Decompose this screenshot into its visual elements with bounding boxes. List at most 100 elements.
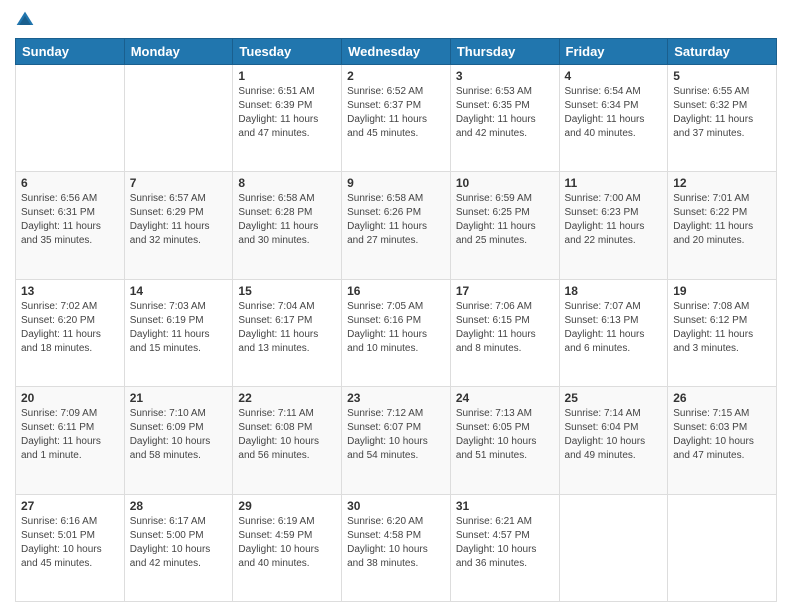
day-number: 12 [673,176,771,190]
day-info: Sunrise: 6:16 AM Sunset: 5:01 PM Dayligh… [21,515,119,571]
calendar-cell [124,65,233,172]
day-number: 5 [673,69,771,83]
weekday-header-row: SundayMondayTuesdayWednesdayThursdayFrid… [16,39,777,65]
day-number: 18 [565,284,663,298]
day-number: 28 [130,499,228,513]
calendar-cell [559,494,668,601]
day-number: 9 [347,176,445,190]
weekday-header-monday: Monday [124,39,233,65]
calendar-cell: 3 Sunrise: 6:53 AM Sunset: 6:35 PM Daylig… [450,65,559,172]
logo [15,10,37,30]
day-number: 21 [130,391,228,405]
calendar-cell: 27 Sunrise: 6:16 AM Sunset: 5:01 PM Dayli… [16,494,125,601]
weekday-header-thursday: Thursday [450,39,559,65]
day-info: Sunrise: 7:12 AM Sunset: 6:07 PM Dayligh… [347,407,445,463]
day-number: 22 [238,391,336,405]
day-info: Sunrise: 6:54 AM Sunset: 6:34 PM Dayligh… [565,85,663,141]
calendar-cell: 22 Sunrise: 7:11 AM Sunset: 6:08 PM Dayli… [233,387,342,494]
calendar-cell: 29 Sunrise: 6:19 AM Sunset: 4:59 PM Dayli… [233,494,342,601]
week-row-2: 13 Sunrise: 7:02 AM Sunset: 6:20 PM Dayli… [16,279,777,386]
day-number: 13 [21,284,119,298]
calendar-cell: 15 Sunrise: 7:04 AM Sunset: 6:17 PM Dayli… [233,279,342,386]
day-info: Sunrise: 6:52 AM Sunset: 6:37 PM Dayligh… [347,85,445,141]
day-info: Sunrise: 7:13 AM Sunset: 6:05 PM Dayligh… [456,407,554,463]
weekday-header-wednesday: Wednesday [342,39,451,65]
day-number: 23 [347,391,445,405]
day-number: 8 [238,176,336,190]
calendar-cell: 21 Sunrise: 7:10 AM Sunset: 6:09 PM Dayli… [124,387,233,494]
weekday-header-saturday: Saturday [668,39,777,65]
day-info: Sunrise: 7:04 AM Sunset: 6:17 PM Dayligh… [238,300,336,356]
page: SundayMondayTuesdayWednesdayThursdayFrid… [0,0,792,612]
calendar-cell: 12 Sunrise: 7:01 AM Sunset: 6:22 PM Dayli… [668,172,777,279]
calendar-cell: 30 Sunrise: 6:20 AM Sunset: 4:58 PM Dayli… [342,494,451,601]
calendar-table: SundayMondayTuesdayWednesdayThursdayFrid… [15,38,777,602]
calendar-cell: 6 Sunrise: 6:56 AM Sunset: 6:31 PM Daylig… [16,172,125,279]
day-info: Sunrise: 6:19 AM Sunset: 4:59 PM Dayligh… [238,515,336,571]
day-number: 10 [456,176,554,190]
day-info: Sunrise: 7:11 AM Sunset: 6:08 PM Dayligh… [238,407,336,463]
day-number: 6 [21,176,119,190]
calendar-cell [16,65,125,172]
calendar-cell [668,494,777,601]
day-info: Sunrise: 7:10 AM Sunset: 6:09 PM Dayligh… [130,407,228,463]
day-info: Sunrise: 6:58 AM Sunset: 6:28 PM Dayligh… [238,192,336,248]
calendar-cell: 9 Sunrise: 6:58 AM Sunset: 6:26 PM Daylig… [342,172,451,279]
logo-icon [15,10,35,30]
calendar-cell: 28 Sunrise: 6:17 AM Sunset: 5:00 PM Dayli… [124,494,233,601]
day-number: 29 [238,499,336,513]
day-info: Sunrise: 7:03 AM Sunset: 6:19 PM Dayligh… [130,300,228,356]
day-number: 1 [238,69,336,83]
day-info: Sunrise: 6:58 AM Sunset: 6:26 PM Dayligh… [347,192,445,248]
day-info: Sunrise: 6:20 AM Sunset: 4:58 PM Dayligh… [347,515,445,571]
day-info: Sunrise: 7:02 AM Sunset: 6:20 PM Dayligh… [21,300,119,356]
calendar-cell: 13 Sunrise: 7:02 AM Sunset: 6:20 PM Dayli… [16,279,125,386]
calendar-cell: 10 Sunrise: 6:59 AM Sunset: 6:25 PM Dayli… [450,172,559,279]
day-number: 30 [347,499,445,513]
day-number: 16 [347,284,445,298]
day-number: 31 [456,499,554,513]
day-info: Sunrise: 7:05 AM Sunset: 6:16 PM Dayligh… [347,300,445,356]
calendar-cell: 19 Sunrise: 7:08 AM Sunset: 6:12 PM Dayli… [668,279,777,386]
calendar-cell: 17 Sunrise: 7:06 AM Sunset: 6:15 PM Dayli… [450,279,559,386]
day-number: 4 [565,69,663,83]
day-number: 11 [565,176,663,190]
day-number: 17 [456,284,554,298]
calendar-cell: 18 Sunrise: 7:07 AM Sunset: 6:13 PM Dayli… [559,279,668,386]
day-info: Sunrise: 6:53 AM Sunset: 6:35 PM Dayligh… [456,85,554,141]
calendar-cell: 11Sunrise: 7:00 AM Sunset: 6:23 PM Dayli… [559,172,668,279]
header [15,10,777,30]
day-number: 27 [21,499,119,513]
week-row-1: 6 Sunrise: 6:56 AM Sunset: 6:31 PM Daylig… [16,172,777,279]
day-info: Sunrise: 7:07 AM Sunset: 6:13 PM Dayligh… [565,300,663,356]
day-number: 19 [673,284,771,298]
calendar-cell: 4 Sunrise: 6:54 AM Sunset: 6:34 PM Daylig… [559,65,668,172]
week-row-4: 27 Sunrise: 6:16 AM Sunset: 5:01 PM Dayli… [16,494,777,601]
day-number: 14 [130,284,228,298]
calendar-cell: 2 Sunrise: 6:52 AM Sunset: 6:37 PM Daylig… [342,65,451,172]
day-info: Sunrise: 7:01 AM Sunset: 6:22 PM Dayligh… [673,192,771,248]
calendar-cell: 25Sunrise: 7:14 AM Sunset: 6:04 PM Dayli… [559,387,668,494]
calendar-cell: 14 Sunrise: 7:03 AM Sunset: 6:19 PM Dayli… [124,279,233,386]
calendar-cell: 8 Sunrise: 6:58 AM Sunset: 6:28 PM Daylig… [233,172,342,279]
calendar-cell: 1Sunrise: 6:51 AM Sunset: 6:39 PM Daylig… [233,65,342,172]
day-number: 3 [456,69,554,83]
day-info: Sunrise: 7:09 AM Sunset: 6:11 PM Dayligh… [21,407,119,463]
day-number: 25 [565,391,663,405]
calendar-cell: 20Sunrise: 7:09 AM Sunset: 6:11 PM Dayli… [16,387,125,494]
calendar-cell: 26 Sunrise: 7:15 AM Sunset: 6:03 PM Dayli… [668,387,777,494]
calendar-cell: 23 Sunrise: 7:12 AM Sunset: 6:07 PM Dayli… [342,387,451,494]
weekday-header-tuesday: Tuesday [233,39,342,65]
day-info: Sunrise: 6:56 AM Sunset: 6:31 PM Dayligh… [21,192,119,248]
day-number: 2 [347,69,445,83]
day-number: 15 [238,284,336,298]
day-info: Sunrise: 7:08 AM Sunset: 6:12 PM Dayligh… [673,300,771,356]
calendar-cell: 5Sunrise: 6:55 AM Sunset: 6:32 PM Daylig… [668,65,777,172]
calendar-cell: 24Sunrise: 7:13 AM Sunset: 6:05 PM Dayli… [450,387,559,494]
calendar-cell: 7Sunrise: 6:57 AM Sunset: 6:29 PM Daylig… [124,172,233,279]
day-info: Sunrise: 7:06 AM Sunset: 6:15 PM Dayligh… [456,300,554,356]
day-info: Sunrise: 6:59 AM Sunset: 6:25 PM Dayligh… [456,192,554,248]
day-info: Sunrise: 6:17 AM Sunset: 5:00 PM Dayligh… [130,515,228,571]
day-number: 26 [673,391,771,405]
day-info: Sunrise: 7:15 AM Sunset: 6:03 PM Dayligh… [673,407,771,463]
